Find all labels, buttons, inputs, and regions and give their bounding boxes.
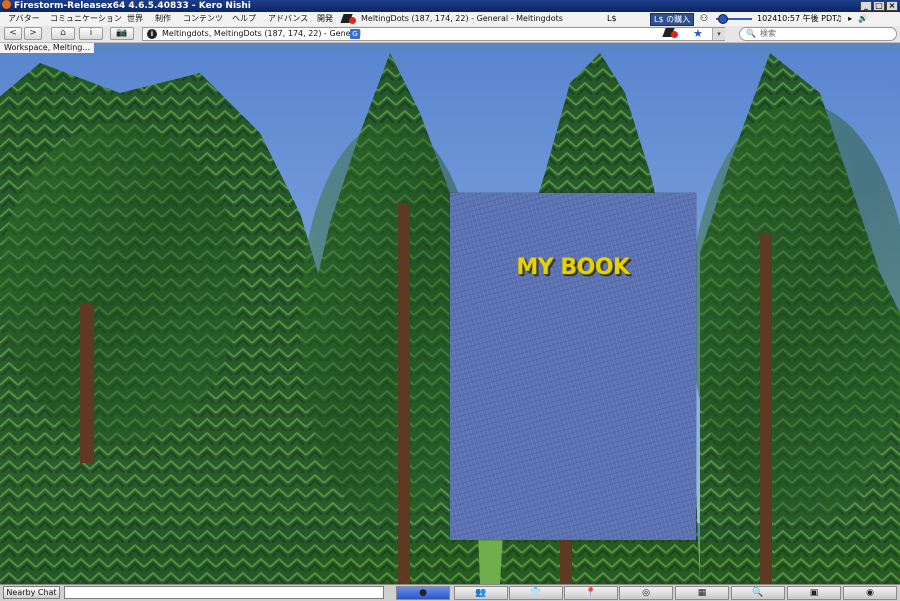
radar-button[interactable]: ◎ [619,586,673,600]
about-land-button[interactable]: i [79,27,103,40]
search-placeholder: 検索 [760,29,776,38]
no-build-icon [664,27,680,39]
world-map-button[interactable]: ▦ [675,586,729,600]
maximize-button[interactable]: □ [873,1,885,11]
fps-readout: 1024 [757,14,778,23]
play-icon[interactable]: ▸ [848,12,852,26]
bottom-bar: Nearby Chat ● 👥 👕 📍 ◎ ▦ 🔍 ▣ ◉ [0,584,900,601]
navigation-bar: < > ⌂ i 📷 i Meltingdots, MeltingDots (18… [0,26,900,43]
people-button[interactable]: 👥 [454,586,508,600]
location-dropdown[interactable]: ▾ [712,28,725,40]
slider-knob[interactable] [718,14,728,24]
chat-input[interactable] [64,586,384,599]
help-button[interactable]: ◉ [843,586,897,600]
search-button[interactable]: 🔍 [731,586,785,600]
title-bar: Firestorm-Releasex64 4.6.5.40833 - Kero … [0,0,900,12]
home-button[interactable]: ⌂ [51,27,75,40]
menu-content[interactable]: コンテンツ [183,12,223,26]
window-title: Firestorm-Releasex64 4.6.5.40833 - Kero … [14,1,251,11]
places-button[interactable]: 📍 [564,586,618,600]
appearance-button[interactable]: 👕 [509,586,563,600]
media-controls: ♫ ▸ 🔊 [835,12,868,26]
menu-communication[interactable]: コミュニケーション [50,12,122,26]
close-button[interactable]: × [886,1,898,11]
back-button[interactable]: < [4,27,22,40]
menu-avatar[interactable]: アバター [8,12,40,26]
forward-button[interactable]: > [24,27,42,40]
parcel-info[interactable]: MeltingDots (187, 174, 22) - General - M… [342,12,563,26]
breadcrumb: Workspace, Melting... [0,43,94,53]
menu-bar: アバター コミュニケーション 世界 制作 コンテンツ ヘルプ アドバンス 開発 … [0,12,900,27]
nearby-chat-button[interactable]: Nearby Chat [3,586,60,599]
window-controls: _ □ × [860,1,898,11]
info-icon[interactable]: i [147,29,157,39]
clock: 10:57 午後 PDT [777,14,838,23]
no-build-icon [342,13,358,25]
buy-currency-button[interactable]: L$ の購入 [650,13,695,26]
location-field[interactable]: i Meltingdots, MeltingDots (187, 174, 22… [142,27,725,41]
world-view[interactable]: MY BOOK [0,53,900,584]
parcel-location: MeltingDots (187, 174, 22) - General - M… [361,14,563,23]
menu-world[interactable]: 世界 [127,12,143,26]
conversations-button[interactable]: ● [396,586,450,600]
music-icon[interactable]: ♫ [835,12,842,26]
maturity-rating-badge: G [350,29,360,39]
menu-help[interactable]: ヘルプ [232,12,256,26]
book-cover[interactable]: MY BOOK [450,193,696,540]
volume-icon[interactable]: 🔊 [858,12,868,26]
menu-build[interactable]: 制作 [155,12,171,26]
menu-advanced[interactable]: アドバンス [268,12,308,26]
search-icon: 🔍 [746,29,756,38]
location-text: Meltingdots, MeltingDots (187, 174, 22) … [162,29,362,38]
book-title: MY BOOK [516,255,630,280]
firestorm-app-icon [2,0,11,9]
favorite-star-icon[interactable]: ★ [693,27,703,40]
menu-develop[interactable]: 開発 [317,12,333,26]
balance-label: L$ [607,14,617,23]
inventory-button[interactable]: ▣ [787,586,841,600]
search-input[interactable]: 🔍 検索 [739,27,897,41]
minimize-button[interactable]: _ [860,1,872,11]
snapshot-button[interactable]: 📷 [110,27,134,40]
binoculars-icon[interactable]: ⚇ [700,14,708,24]
